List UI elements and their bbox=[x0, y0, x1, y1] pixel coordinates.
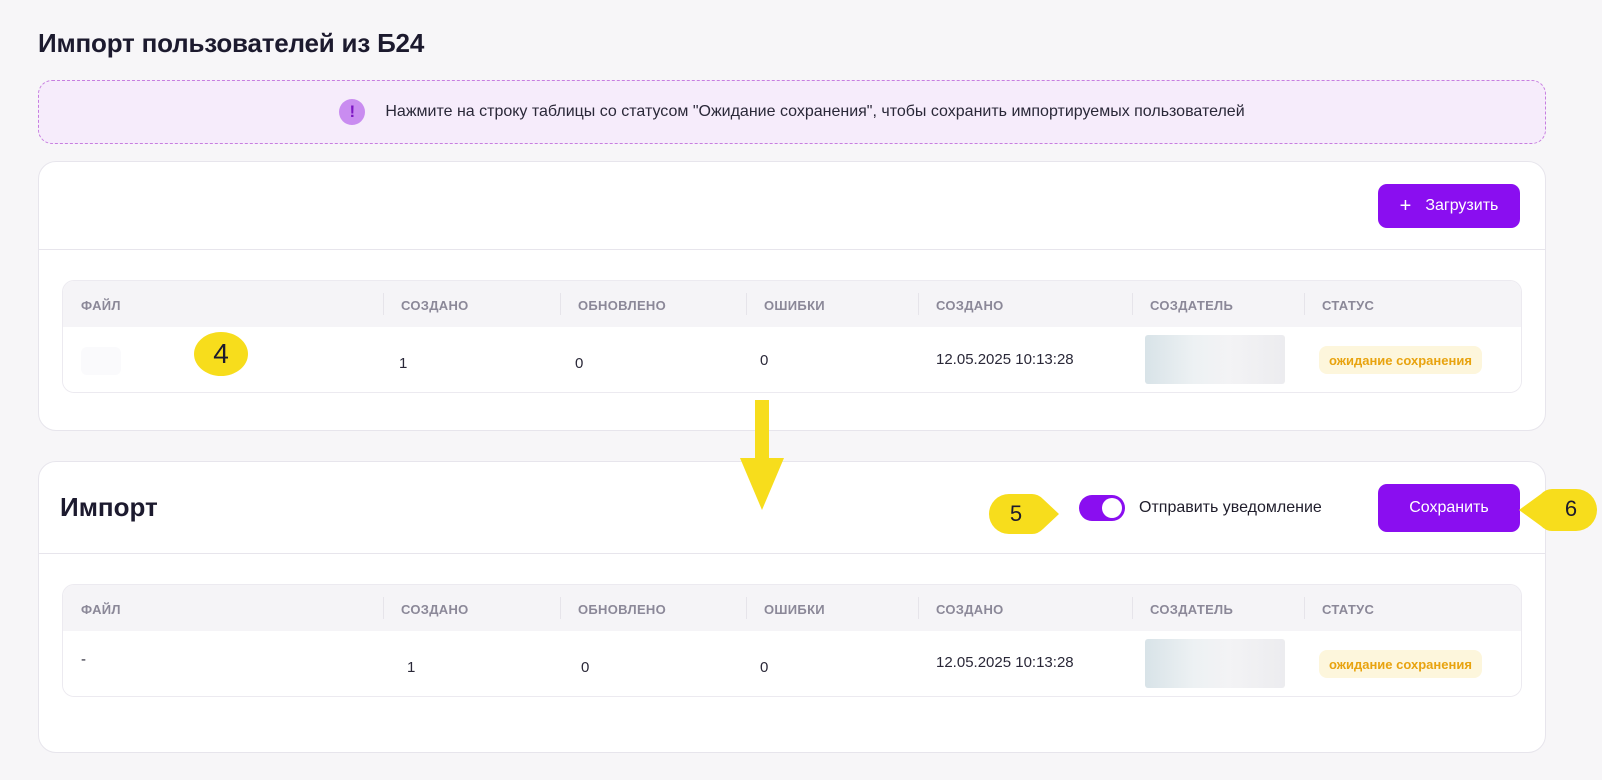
cell-created: 1 bbox=[399, 355, 408, 372]
upload-button[interactable]: + Загрузить bbox=[1378, 184, 1520, 228]
column-file: ФАЙЛ bbox=[81, 602, 121, 617]
cell-errors: 0 bbox=[760, 659, 769, 676]
table-row[interactable]: 1 0 0 12.05.2025 10:13:28 ожидание сохра… bbox=[63, 327, 1521, 392]
cell-created-at: 12.05.2025 10:13:28 bbox=[936, 654, 1074, 671]
cell-created: 1 bbox=[407, 659, 416, 676]
column-separator bbox=[1132, 597, 1133, 619]
cell-created-at: 12.05.2025 10:13:28 bbox=[936, 351, 1074, 368]
info-banner-text: Нажмите на строку таблицы со статусом "О… bbox=[385, 103, 1245, 120]
creator-avatar-blurred bbox=[1145, 335, 1285, 384]
import-card-header: Импорт Отправить уведомление Сохранить bbox=[39, 462, 1545, 554]
creator-avatar-blurred bbox=[1145, 639, 1285, 688]
imports-table: ФАЙЛ СОЗДАНО ОБНОВЛЕНО ОШИБКИ СОЗДАНО СО… bbox=[62, 280, 1522, 393]
column-separator bbox=[1304, 293, 1305, 315]
column-errors: ОШИБКИ bbox=[764, 602, 825, 617]
column-errors: ОШИБКИ bbox=[764, 298, 825, 313]
import-card: Импорт Отправить уведомление Сохранить Ф… bbox=[38, 461, 1546, 753]
column-created-at: СОЗДАНО bbox=[936, 602, 1004, 617]
column-separator bbox=[383, 597, 384, 619]
column-separator bbox=[918, 293, 919, 315]
status-badge: ожидание сохранения bbox=[1319, 650, 1482, 678]
column-created-at: СОЗДАНО bbox=[936, 298, 1004, 313]
table-header: ФАЙЛ СОЗДАНО ОБНОВЛЕНО ОШИБКИ СОЗДАНО СО… bbox=[63, 281, 1521, 327]
column-separator bbox=[918, 597, 919, 619]
cell-updated: 0 bbox=[575, 355, 584, 372]
notify-toggle[interactable] bbox=[1079, 495, 1125, 521]
upload-card-header: + Загрузить bbox=[39, 162, 1545, 250]
column-updated: ОБНОВЛЕНО bbox=[578, 298, 667, 313]
column-separator bbox=[560, 293, 561, 315]
column-created: СОЗДАНО bbox=[401, 602, 469, 617]
plus-icon: + bbox=[1399, 195, 1412, 217]
status-badge: ожидание сохранения bbox=[1319, 346, 1482, 374]
column-separator bbox=[560, 597, 561, 619]
column-status: СТАТУС bbox=[1322, 602, 1375, 617]
notify-toggle-group: Отправить уведомление bbox=[1079, 495, 1322, 521]
arrow-down-icon bbox=[740, 400, 784, 510]
step-6-marker: 6 bbox=[1564, 496, 1578, 521]
column-separator bbox=[746, 293, 747, 315]
cell-file: - bbox=[81, 651, 86, 668]
upload-card: + Загрузить ФАЙЛ СОЗДАНО ОБНОВЛЕНО ОШИБК… bbox=[38, 161, 1546, 431]
column-file: ФАЙЛ bbox=[81, 298, 121, 313]
column-status: СТАТУС bbox=[1322, 298, 1375, 313]
cell-errors: 0 bbox=[760, 352, 769, 369]
cell-updated: 0 bbox=[581, 659, 590, 676]
upload-button-label: Загрузить bbox=[1425, 197, 1499, 214]
column-separator bbox=[746, 597, 747, 619]
save-button[interactable]: Сохранить bbox=[1378, 484, 1520, 532]
section-title: Импорт bbox=[60, 492, 158, 522]
notify-toggle-label: Отправить уведомление bbox=[1139, 499, 1322, 516]
exclamation-icon: ! bbox=[339, 99, 366, 125]
info-banner: ! Нажмите на строку таблицы со статусом … bbox=[38, 80, 1546, 144]
toggle-knob bbox=[1102, 498, 1122, 518]
import-preview-table: ФАЙЛ СОЗДАНО ОБНОВЛЕНО ОШИБКИ СОЗДАНО СО… bbox=[62, 584, 1522, 697]
column-created: СОЗДАНО bbox=[401, 298, 469, 313]
column-creator: СОЗДАТЕЛЬ bbox=[1150, 298, 1234, 313]
column-separator bbox=[1304, 597, 1305, 619]
page-title: Импорт пользователей из Б24 bbox=[38, 28, 425, 58]
file-name-blurred bbox=[81, 347, 121, 375]
column-separator bbox=[383, 293, 384, 315]
column-separator bbox=[1132, 293, 1133, 315]
step-4-marker: 4 bbox=[194, 332, 248, 376]
column-updated: ОБНОВЛЕНО bbox=[578, 602, 667, 617]
import-users-page: Импорт пользователей из Б24 ! Нажмите на… bbox=[0, 0, 1602, 780]
step-5-marker: 5 bbox=[1009, 501, 1023, 526]
table-row[interactable]: - 1 0 0 12.05.2025 10:13:28 ожидание сох… bbox=[63, 631, 1521, 696]
table-header: ФАЙЛ СОЗДАНО ОБНОВЛЕНО ОШИБКИ СОЗДАНО СО… bbox=[63, 585, 1521, 631]
column-creator: СОЗДАТЕЛЬ bbox=[1150, 602, 1234, 617]
